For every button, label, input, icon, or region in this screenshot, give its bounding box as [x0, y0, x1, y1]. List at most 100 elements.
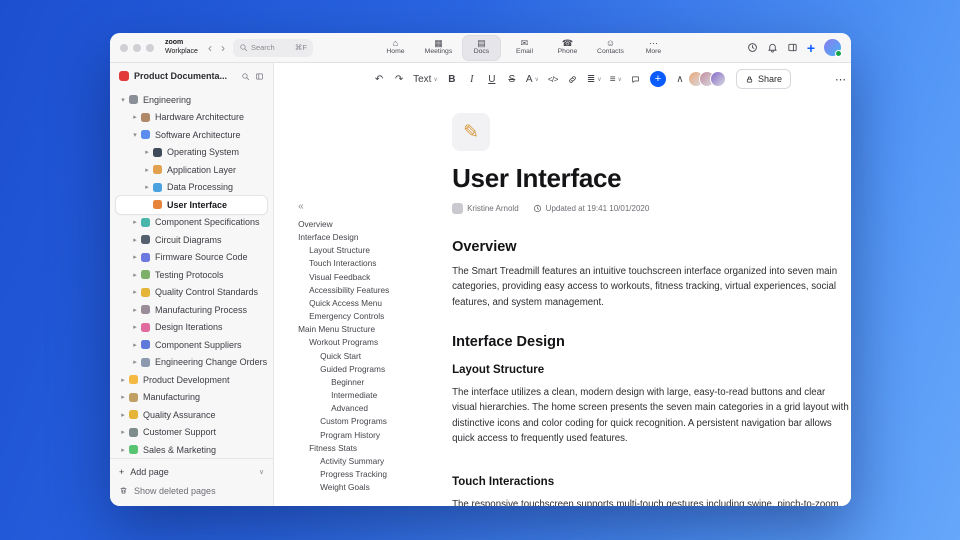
document-emoji-icon[interactable]: ✎ [452, 113, 491, 151]
sidebar-item-engineering-change-orders[interactable]: ▸ Engineering Change Orders [116, 354, 267, 372]
tab-docs[interactable]: ▤ Docs [461, 34, 501, 61]
chevron-right-icon[interactable]: ▸ [118, 393, 128, 401]
forward-button[interactable]: › [220, 42, 226, 54]
sidebar-item-sales-marketing[interactable]: ▸ Sales & Marketing [116, 441, 267, 458]
chevron-right-icon[interactable]: ▸ [130, 306, 140, 314]
document-content[interactable]: ✎ User Interface Kristine Arnold Updated… [452, 95, 850, 506]
outline-item[interactable]: Weight Goals [298, 481, 446, 494]
comment-button[interactable] [627, 69, 645, 89]
chevron-right-icon[interactable]: ▸ [130, 288, 140, 296]
list-button[interactable]: ≣ ∨ [584, 69, 605, 89]
chevron-down-icon[interactable]: ▾ [130, 131, 140, 139]
outline-item[interactable]: Main Menu Structure [298, 323, 446, 336]
sidebar-collapse-icon[interactable] [255, 72, 264, 81]
outline-item[interactable]: Quick Start [298, 350, 446, 363]
outline-item[interactable]: Fitness Stats [298, 442, 446, 455]
sidebar-item-component-specifications[interactable]: ▸ Component Specifications [116, 214, 267, 232]
chevron-right-icon[interactable]: ▸ [118, 446, 128, 454]
section-heading[interactable]: Touch Interactions [452, 476, 850, 488]
new-item-button[interactable]: + [807, 41, 815, 55]
outline-item[interactable]: Intermediate [298, 389, 446, 402]
align-button[interactable]: ≡ ∨ [607, 69, 625, 89]
global-search-input[interactable]: Search ⌘F [232, 38, 313, 57]
paragraph[interactable]: The Smart Treadmill features an intuitiv… [452, 264, 850, 310]
sidebar-item-customer-support[interactable]: ▸ Customer Support [116, 424, 267, 442]
presence-avatar[interactable] [709, 71, 726, 87]
chevron-right-icon[interactable]: ▸ [118, 428, 128, 436]
paragraph[interactable]: The responsive touchscreen supports mult… [452, 497, 850, 506]
user-avatar[interactable] [824, 39, 842, 57]
underline-button[interactable]: U [483, 69, 501, 89]
sidebar-item-product-development[interactable]: ▸ Product Development [116, 371, 267, 389]
chevron-right-icon[interactable]: ▸ [130, 253, 140, 261]
insert-button[interactable]: + [649, 71, 666, 87]
outline-item[interactable]: Advanced [298, 402, 446, 415]
close-button[interactable] [120, 43, 128, 52]
outline-item[interactable]: Quick Access Menu [298, 297, 446, 310]
sidebar-item-circuit-diagrams[interactable]: ▸ Circuit Diagrams [116, 231, 267, 249]
document-title[interactable]: User Interface [452, 163, 850, 194]
section-heading[interactable]: Interface Design [452, 334, 850, 350]
sidebar-item-hardware-architecture[interactable]: ▸ Hardware Architecture [116, 109, 267, 127]
text-style-button[interactable]: Text ∨ [410, 69, 441, 89]
code-button[interactable]: </> [544, 69, 562, 89]
sidebar-item-design-iterations[interactable]: ▸ Design Iterations [116, 319, 267, 337]
minimize-button[interactable] [133, 43, 141, 52]
add-page-button[interactable]: + Add page ∨ [119, 462, 264, 481]
tab-meetings[interactable]: ▦ Meetings [419, 35, 458, 61]
tab-contacts[interactable]: ☺ Contacts [591, 35, 630, 61]
chevron-right-icon[interactable]: ▸ [130, 113, 140, 121]
maximize-button[interactable] [146, 43, 154, 52]
sidebar-item-user-interface[interactable]: User Interface [116, 196, 268, 214]
history-icon[interactable] [747, 42, 758, 53]
outline-item[interactable]: Activity Summary [298, 455, 446, 468]
outline-item[interactable]: Overview [298, 218, 446, 231]
outline-item[interactable]: Workout Programs [298, 336, 446, 349]
show-deleted-pages-button[interactable]: Show deleted pages [119, 481, 264, 500]
tab-phone[interactable]: ☎ Phone [548, 35, 587, 61]
sidebar-item-data-processing[interactable]: ▸ Data Processing [116, 179, 267, 197]
sidebar-item-manufacturing-process[interactable]: ▸ Manufacturing Process [116, 301, 267, 319]
chevron-right-icon[interactable]: ▸ [118, 376, 128, 384]
workspace-title[interactable]: Product Documenta... [134, 71, 236, 81]
outline-item[interactable]: Progress Tracking [298, 468, 446, 481]
chevron-down-icon[interactable]: ▾ [118, 96, 128, 104]
chevron-right-icon[interactable]: ▸ [130, 323, 140, 331]
section-heading[interactable]: Layout Structure [452, 364, 850, 376]
outline-item[interactable]: Interface Design [298, 231, 446, 244]
outline-item[interactable]: Guided Programs [298, 363, 446, 376]
more-options-icon[interactable]: ⋯ [835, 73, 846, 86]
sidebar-item-component-suppliers[interactable]: ▸ Component Suppliers [116, 336, 267, 354]
chevron-right-icon[interactable]: ▸ [130, 341, 140, 349]
outline-item[interactable]: Custom Programs [298, 415, 446, 428]
collapse-toolbar-button[interactable]: ∧ [671, 69, 689, 89]
redo-button[interactable]: ↷ [390, 69, 408, 89]
chevron-right-icon[interactable]: ▸ [142, 183, 152, 191]
sidebar-search-icon[interactable] [241, 72, 250, 81]
sidebar-item-quality-control-standards[interactable]: ▸ Quality Control Standards [116, 284, 267, 302]
chevron-right-icon[interactable]: ▸ [130, 358, 140, 366]
sidebar-item-firmware-source-code[interactable]: ▸ Firmware Source Code [116, 249, 267, 267]
outline-item[interactable]: Beginner [298, 376, 446, 389]
sidebar-item-manufacturing[interactable]: ▸ Manufacturing [116, 389, 267, 407]
tab-home[interactable]: ⌂ Home [376, 35, 415, 61]
chevron-right-icon[interactable]: ▸ [130, 236, 140, 244]
chevron-right-icon[interactable]: ▸ [118, 411, 128, 419]
strikethrough-button[interactable]: S [503, 69, 521, 89]
sidebar-item-operating-system[interactable]: ▸ Operating System [116, 144, 267, 162]
outline-item[interactable]: Program History [298, 429, 446, 442]
tab-more[interactable]: ⋯ More [634, 35, 673, 61]
sidebar-item-quality-assurance[interactable]: ▸ Quality Assurance [116, 406, 267, 424]
collapse-outline-icon[interactable]: « [298, 201, 446, 212]
share-button[interactable]: Share [735, 69, 791, 89]
italic-button[interactable]: I [463, 69, 481, 89]
section-heading[interactable]: Overview [452, 239, 850, 255]
chevron-right-icon[interactable]: ▸ [130, 218, 140, 226]
outline-item[interactable]: Emergency Controls [298, 310, 446, 323]
notifications-bell-icon[interactable] [767, 42, 778, 53]
sidebar-item-engineering[interactable]: ▾ Engineering [116, 91, 267, 109]
back-button[interactable]: ‹ [207, 42, 213, 54]
chevron-right-icon[interactable]: ▸ [142, 166, 152, 174]
outline-item[interactable]: Touch Interactions [298, 257, 446, 270]
sidebar-item-software-architecture[interactable]: ▾ Software Architecture [116, 126, 267, 144]
